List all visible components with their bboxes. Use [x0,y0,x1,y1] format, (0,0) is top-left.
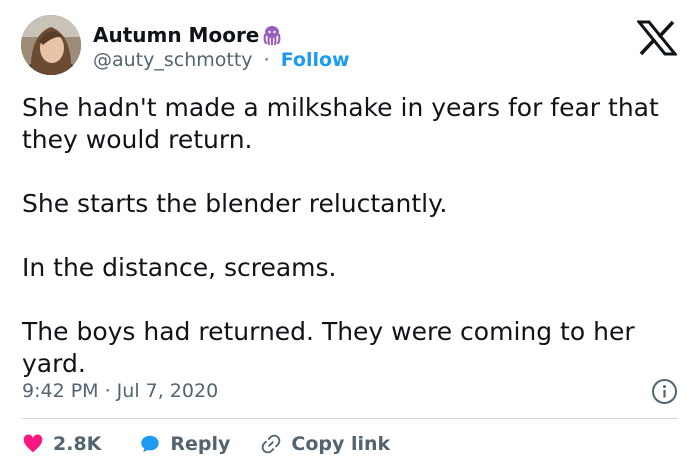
like-button[interactable]: 2.8K [22,433,101,455]
author-handle-row: @auty_schmotty · Follow [93,48,350,72]
handle-separator: · [263,49,270,71]
avatar[interactable] [21,15,81,75]
reply-bubble-icon [141,435,160,453]
tweet-actions: 2.8K Reply Copy link [22,430,390,458]
author-display-name[interactable]: Autumn Moore [93,23,259,47]
follow-button[interactable]: Follow [281,49,350,71]
avatar-image [21,15,81,75]
x-logo-icon[interactable] [637,20,677,56]
copy-link-button[interactable]: Copy link [260,433,390,455]
heart-icon [23,434,43,453]
author-handle[interactable]: @auty_schmotty [93,49,253,71]
info-icon[interactable] [651,378,678,405]
reply-button[interactable]: Reply [139,433,230,455]
octopus-emoji-icon [263,26,281,45]
link-icon [262,434,281,454]
divider [22,418,678,419]
author-name-row: Autumn Moore [93,23,282,47]
tweet-text: She hadn't made a milkshake in years for… [22,93,659,378]
tweet-timestamp[interactable]: 9:42 PM · Jul 7, 2020 [22,379,218,403]
copy-link-label: Copy link [291,433,391,455]
reply-label: Reply [170,433,231,455]
like-count: 2.8K [53,433,102,455]
